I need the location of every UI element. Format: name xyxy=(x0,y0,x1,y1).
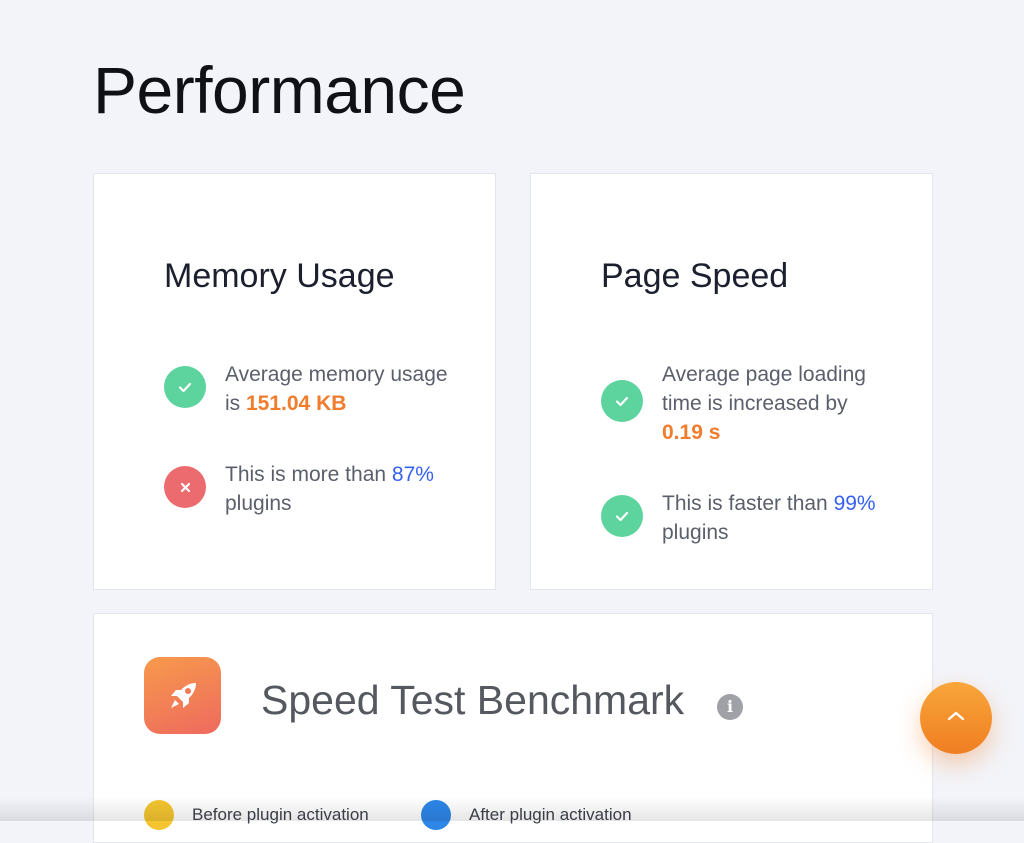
speed-comparison-value: 99% xyxy=(833,492,876,515)
speed-benchmark-card: Speed Test Benchmark i Before plugin act… xyxy=(93,613,933,843)
chevron-up-icon xyxy=(945,709,967,728)
speed-comparison-suffix: plugins xyxy=(662,521,729,544)
speed-comparison-prefix: This is faster than xyxy=(662,492,834,515)
page-title: Performance xyxy=(93,53,466,127)
page-speed-title: Page Speed xyxy=(601,257,789,295)
memory-comparison-text: This is more than 87% plugins xyxy=(225,460,455,518)
speed-average-value: 0.19 s xyxy=(662,421,721,444)
legend-item-before: Before plugin activation xyxy=(144,800,369,830)
check-icon xyxy=(601,495,643,537)
speed-average-stat: Average page loading time is increased b… xyxy=(601,360,892,447)
check-icon xyxy=(164,366,206,408)
legend-label-after: After plugin activation xyxy=(469,805,632,824)
legend-item-after: After plugin activation xyxy=(421,800,632,830)
legend-swatch-before xyxy=(144,800,174,830)
benchmark-title: Speed Test Benchmark xyxy=(261,677,685,723)
memory-comparison-stat: This is more than 87% plugins xyxy=(164,460,455,518)
speed-comparison-stat: This is faster than 99% plugins xyxy=(601,489,892,547)
check-icon xyxy=(601,380,643,422)
memory-average-stat: Average memory usage is 151.04 KB xyxy=(164,360,455,418)
memory-average-text: Average memory usage is 151.04 KB xyxy=(225,360,455,418)
speed-comparison-text: This is faster than 99% plugins xyxy=(662,489,892,547)
memory-comparison-suffix: plugins xyxy=(225,492,292,515)
info-icon[interactable]: i xyxy=(717,694,743,720)
legend-label-before: Before plugin activation xyxy=(192,805,369,824)
memory-average-value: 151.04 KB xyxy=(246,392,347,415)
memory-comparison-value: 87% xyxy=(391,463,434,486)
legend-swatch-after xyxy=(421,800,451,830)
memory-usage-card: Memory Usage Average memory usage is 151… xyxy=(93,173,496,590)
rocket-icon xyxy=(144,657,221,734)
memory-usage-title: Memory Usage xyxy=(164,257,395,295)
scroll-to-top-button[interactable] xyxy=(920,682,992,754)
speed-average-text: Average page loading time is increased b… xyxy=(662,360,892,447)
speed-average-prefix: Average page loading time is increased b… xyxy=(662,363,866,415)
x-icon xyxy=(164,466,206,508)
memory-comparison-prefix: This is more than xyxy=(225,463,392,486)
page-speed-card: Page Speed Average page loading time is … xyxy=(530,173,933,590)
